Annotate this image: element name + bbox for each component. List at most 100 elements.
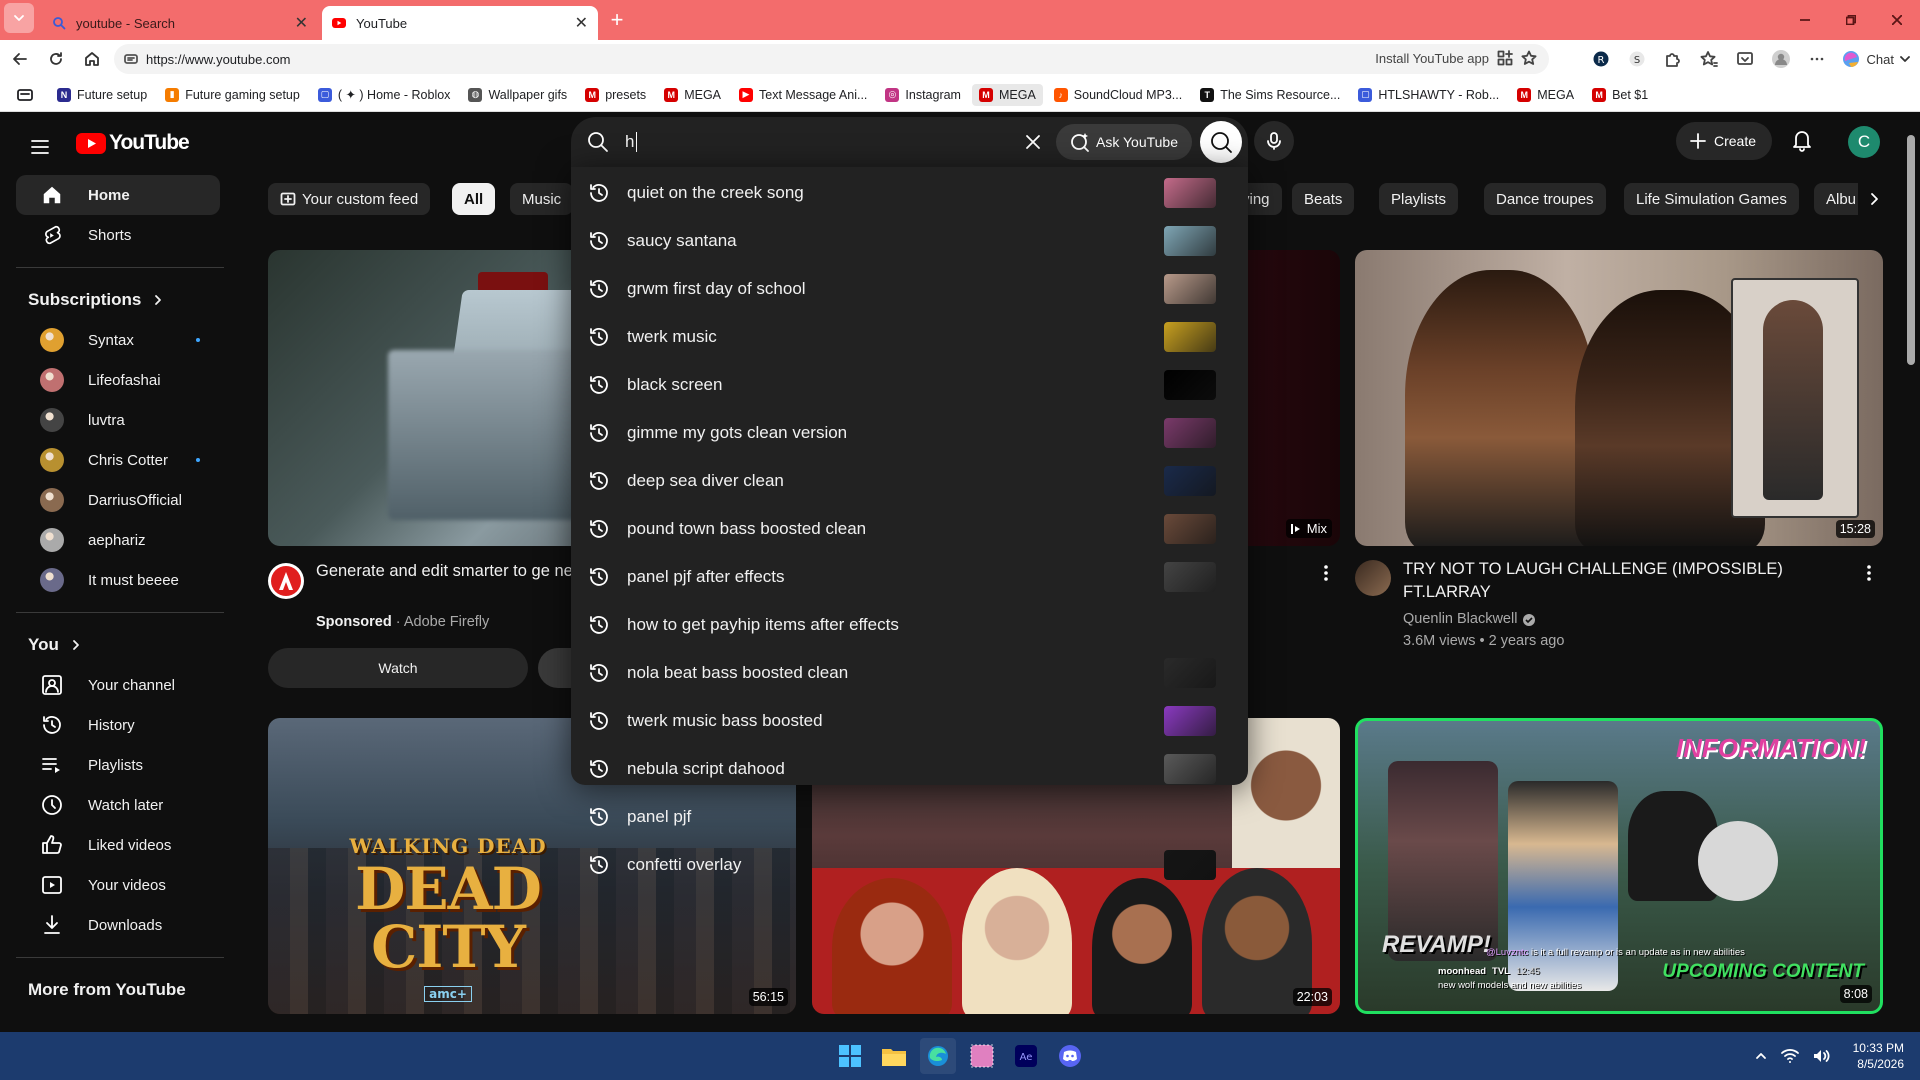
wifi-icon[interactable] [1780, 1048, 1799, 1064]
bookmark-item[interactable]: ▢ HTLSHAWTY - Rob... [1351, 84, 1506, 106]
sidebar-item-your-channel[interactable]: Your channel [16, 665, 220, 705]
subscription-item[interactable]: luvtra [16, 400, 220, 440]
search-suggestion[interactable]: quiet on the creek song [571, 169, 1248, 217]
subscriptions-header[interactable]: Subscriptions [4, 280, 236, 320]
notifications-button[interactable] [1790, 127, 1814, 153]
youtube-logo[interactable]: YouTube [76, 131, 190, 155]
video-thumbnail[interactable]: INFORMATION! REVAMP! UPCOMING CONTENT @L… [1355, 718, 1883, 1014]
channel-name[interactable]: Quenlin Blackwell [1403, 609, 1517, 630]
video-title[interactable]: TRY NOT TO LAUGH CHALLENGE (IMPOSSIBLE) … [1403, 558, 1843, 604]
search-suggestion[interactable]: twerk music [571, 313, 1248, 361]
more-options-button[interactable] [1799, 44, 1835, 74]
subscription-item[interactable]: Chris Cotter [16, 440, 220, 480]
chips-next-button[interactable] [1858, 183, 1890, 215]
bookmark-item[interactable]: N Future setup [50, 84, 154, 106]
ask-youtube-button[interactable]: Ask YouTube [1056, 124, 1192, 160]
search-suggestion[interactable]: grwm first day of school [571, 265, 1248, 313]
channel-avatar[interactable] [1355, 560, 1391, 596]
reading-list-button[interactable] [10, 84, 40, 106]
search-suggestion[interactable]: twerk music bass boosted [571, 697, 1248, 745]
extensions-button[interactable] [1655, 44, 1691, 74]
more-vertical-icon[interactable] [1318, 563, 1334, 583]
new-tab-button[interactable]: + [602, 5, 632, 35]
ad-watch-button[interactable]: Watch [268, 648, 528, 688]
bookmark-item[interactable]: ▢ ( ✦ ) Home - Roblox [311, 83, 458, 106]
show-hidden-icons-icon[interactable] [1755, 1050, 1767, 1062]
minimize-button[interactable] [1782, 0, 1828, 40]
bookmark-item[interactable]: ▮ Future gaming setup [158, 84, 307, 106]
search-suggestion[interactable]: black screen [571, 361, 1248, 409]
back-button[interactable] [4, 43, 36, 75]
sidebar-item-shorts[interactable]: Shorts [16, 215, 220, 255]
voice-search-button[interactable] [1254, 121, 1294, 161]
photos-app-button[interactable] [964, 1038, 1000, 1074]
install-app-button[interactable]: Install YouTube app [1375, 50, 1537, 66]
sidebar-item-downloads[interactable]: Downloads [16, 905, 220, 945]
clock[interactable]: 10:33 PM 8/5/2026 [1853, 1040, 1904, 1072]
start-button[interactable] [832, 1038, 868, 1074]
address-bar[interactable]: https://www.youtube.com Install YouTube … [114, 44, 1549, 74]
bookmark-item[interactable]: ◍ Wallpaper gifs [461, 84, 574, 106]
browser-tab-youtube[interactable]: YouTube ✕ [322, 6, 598, 40]
search-suggestion[interactable]: nola beat bass boosted clean [571, 649, 1248, 697]
search-suggestion[interactable]: deep sea diver clean [571, 457, 1248, 505]
bookmark-item[interactable]: M MEGA [657, 84, 728, 106]
video-thumbnail[interactable]: 15:28 [1355, 250, 1883, 546]
search-suggestion[interactable]: gimme my gots clean version [571, 409, 1248, 457]
home-button[interactable] [76, 43, 108, 75]
volume-icon[interactable] [1813, 1048, 1831, 1064]
search-suggestion[interactable]: nebula script dahood [571, 745, 1248, 793]
chip-life-simulation-games[interactable]: Life Simulation Games [1624, 183, 1799, 215]
youtube-search-box[interactable]: h Ask YouTube [571, 117, 1248, 167]
tab-actions-menu-button[interactable] [4, 2, 34, 33]
scrollbar-thumb[interactable] [1907, 135, 1915, 365]
search-input[interactable]: h [625, 132, 1024, 153]
favorite-star-icon[interactable] [1521, 50, 1537, 66]
bookmark-item[interactable]: ◎ Instagram [878, 84, 968, 106]
discord-button[interactable] [1052, 1038, 1088, 1074]
subscription-item[interactable]: aephariz [16, 520, 220, 560]
profile-button[interactable] [1763, 44, 1799, 74]
site-info-icon[interactable] [124, 52, 138, 66]
search-suggestion[interactable]: panel pjf [571, 793, 1248, 841]
clear-search-icon[interactable] [1024, 133, 1042, 151]
restore-button[interactable] [1828, 0, 1874, 40]
close-tab-icon[interactable]: ✕ [295, 13, 308, 33]
page-scrollbar[interactable] [1902, 115, 1920, 1030]
account-avatar[interactable]: C [1848, 126, 1880, 158]
subscription-item[interactable]: DarriusOfficial [16, 480, 220, 520]
extension-s-button[interactable]: S [1619, 44, 1655, 74]
edge-button[interactable] [920, 1038, 956, 1074]
bookmark-item[interactable]: M Bet $1 [1585, 84, 1655, 106]
subscription-item[interactable]: It must beeee [16, 560, 220, 600]
bookmark-item[interactable]: ♪ SoundCloud MP3... [1047, 84, 1189, 106]
chip-beats[interactable]: Beats [1292, 183, 1355, 215]
refresh-button[interactable] [40, 43, 72, 75]
bookmark-item[interactable]: M MEGA [1510, 84, 1581, 106]
chip-all[interactable]: All [452, 183, 496, 215]
bookmark-item[interactable]: Mpresets [578, 84, 653, 106]
search-suggestion[interactable]: saucy santana [571, 217, 1248, 265]
you-header[interactable]: You [4, 625, 236, 665]
close-window-button[interactable] [1874, 0, 1920, 40]
extension-r-button[interactable]: R [1583, 44, 1619, 74]
sidebar-item-history[interactable]: History [16, 705, 220, 745]
more-vertical-icon[interactable] [1861, 563, 1877, 583]
sidebar-item-liked-videos[interactable]: Liked videos [16, 825, 220, 865]
search-suggestion[interactable]: pound town bass boosted clean [571, 505, 1248, 553]
chip-music[interactable]: Music [510, 183, 574, 215]
bookmark-item[interactable]: M MEGA [971, 83, 1043, 106]
chip-playlists[interactable]: Playlists [1379, 183, 1459, 215]
file-explorer-button[interactable] [876, 1038, 912, 1074]
guide-menu-button[interactable] [28, 135, 52, 159]
browser-tab-search[interactable]: youtube - Search ✕ [42, 6, 318, 40]
search-submit-button[interactable] [1200, 121, 1242, 163]
after-effects-button[interactable]: Ae [1008, 1038, 1044, 1074]
favorites-button[interactable] [1691, 44, 1727, 74]
subscription-item[interactable]: Lifeofashai [16, 360, 220, 400]
create-button[interactable]: Create [1676, 122, 1773, 160]
sidebar-item-watch-later[interactable]: Watch later [16, 785, 220, 825]
chip-custom-feed[interactable]: Your custom feed [268, 183, 431, 215]
bookmark-item[interactable]: ▶ Text Message Ani... [732, 84, 874, 106]
close-tab-icon[interactable]: ✕ [575, 13, 588, 33]
